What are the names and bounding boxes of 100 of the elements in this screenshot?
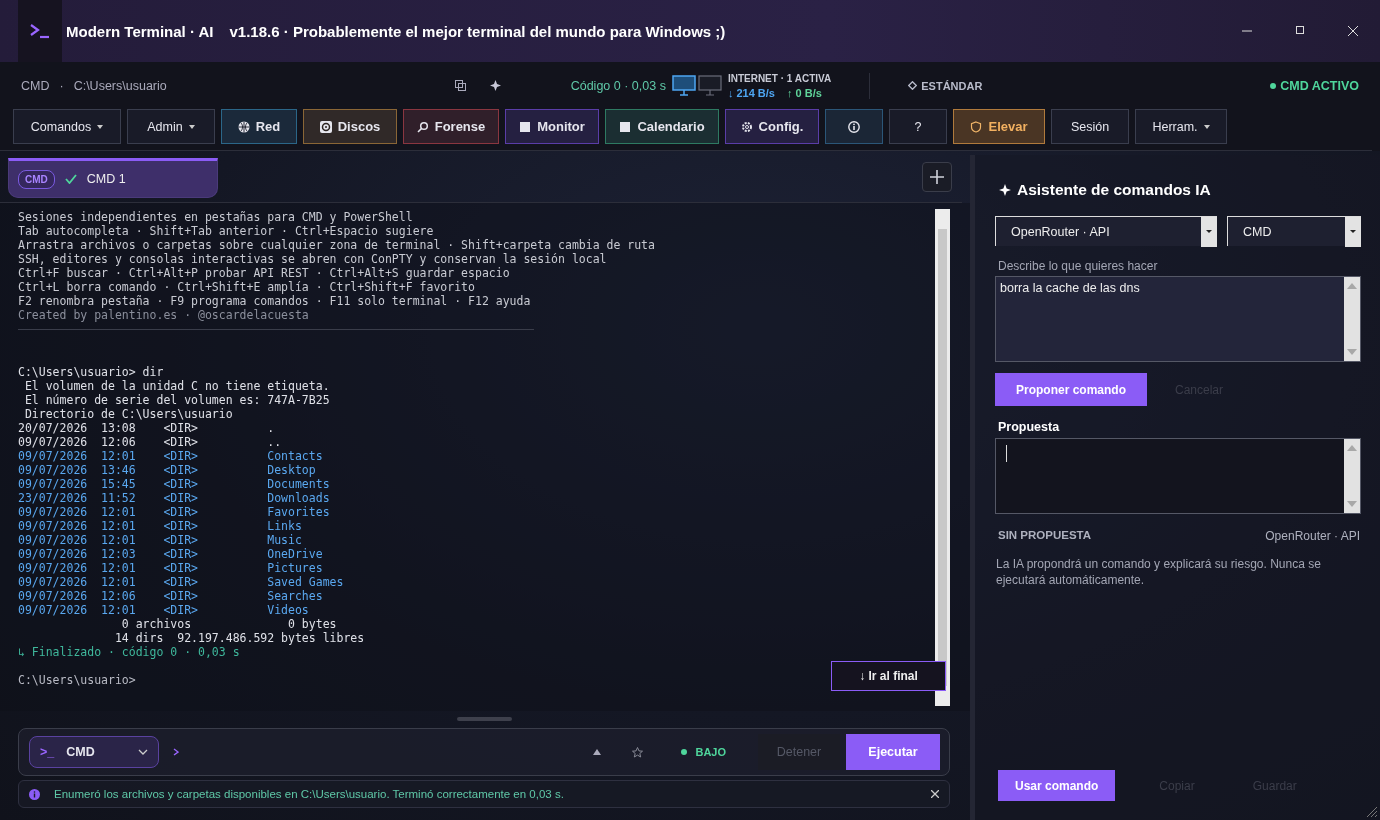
toolbar-button[interactable]: Red	[221, 109, 297, 144]
toolbar-button[interactable]: Monitor	[505, 109, 599, 144]
dropdown-arrow-icon	[1350, 230, 1356, 233]
globe-icon	[237, 120, 250, 133]
upload-rate: ↑ 0 B/s	[787, 86, 822, 99]
info-icon	[29, 788, 40, 800]
proposal-text-area[interactable]	[995, 438, 1361, 514]
square-icon	[519, 120, 532, 133]
help-line: Arrastra archivos o carpetas sobre cualquier zona de terminal · Shift+carpeta cambia de ruta	[18, 238, 655, 252]
download-rate: ↓ 214 B/s	[727, 86, 775, 99]
help-line: SSH, editores y consolas interactivas se abren con ConPTY y conservan la sesión local	[18, 252, 607, 266]
resize-grip-icon[interactable]	[1364, 804, 1378, 818]
scroll-down-icon	[1347, 501, 1357, 507]
scroll-up-icon	[1347, 445, 1357, 451]
proposal-status: SIN PROPUESTA	[998, 529, 1092, 543]
sparkle-icon	[999, 184, 1011, 196]
shell-badge: CMD	[18, 169, 55, 189]
toolbar-button[interactable]: Calendario	[605, 109, 719, 144]
action-button[interactable]: Ejecutar	[846, 734, 940, 770]
toolbar-button[interactable]: Config.	[725, 109, 819, 144]
folder-line: 23/07/2026 11:52 <DIR> Downloads	[18, 491, 330, 505]
output-line: 09/07/2026 12:06 <DIR> ..	[18, 435, 282, 449]
shell-select[interactable]: >_ CMD	[29, 736, 159, 768]
dropdown[interactable]: OpenRouter · API	[995, 216, 1217, 246]
square-icon	[619, 120, 632, 133]
toolbar-button[interactable]	[825, 109, 883, 144]
info-icon	[848, 120, 860, 133]
chevron-icon	[138, 749, 148, 755]
status-dot-icon	[681, 749, 688, 755]
toolbar-button[interactable]: Elevar	[953, 109, 1045, 144]
prompt-text-area[interactable]: borra la cache de las dns	[995, 276, 1361, 362]
monitor-icon	[671, 74, 722, 97]
folder-line: 09/07/2026 15:45 <DIR> Documents	[18, 477, 330, 491]
help-line: Ctrl+L borra comando · Ctrl+Shift+E amplía · Ctrl+Shift+F favorito	[18, 280, 475, 294]
close-icon[interactable]	[1348, 26, 1358, 36]
folder-line: 09/07/2026 12:01 <DIR> Saved Games	[18, 575, 344, 589]
window-title: Modern Terminal · AI	[66, 22, 214, 40]
dropdown-arrow-icon	[1206, 230, 1212, 233]
output-line: 14 dirs 92.197.486.592 bytes libres	[113, 631, 365, 645]
toolbar-button[interactable]: Sesión	[1051, 109, 1129, 144]
scrollbar[interactable]	[935, 209, 950, 706]
help-line: Ctrl+F buscar · Ctrl+Alt+P probar API REST · Ctrl+Alt+S guardar espacio	[18, 266, 510, 280]
folder-line: 09/07/2026 12:01 <DIR> Music	[18, 533, 302, 547]
help-line: F2 renombra pestaña · F9 programa comandos · F11 solo terminal · F12 ayuda	[18, 294, 531, 308]
output-line: 20/07/2026 13:08 <DIR> .	[18, 421, 275, 435]
caret-icon	[97, 124, 104, 129]
chevron-right-icon	[173, 748, 179, 756]
toolbar-button[interactable]: Comandos	[13, 109, 121, 144]
history-up-icon[interactable]	[593, 749, 602, 755]
toolbar-button[interactable]: Herram.	[1135, 109, 1227, 144]
terminal-tab[interactable]: CMD CMD 1	[8, 158, 218, 198]
window-subtitle: v1.18.6 · Probablemente el mejor terminal del mundo para Windows ;)	[229, 22, 726, 40]
scroll-up-icon	[1347, 283, 1357, 289]
folder-line: 09/07/2026 12:01 <DIR> Pictures	[18, 561, 323, 575]
output-line: 0 archivos 0 bytes	[120, 617, 337, 631]
caret-icon	[1203, 124, 1210, 129]
output-line: El número de serie del volumen es: 747A-7B25	[23, 393, 330, 407]
dropdown[interactable]: CMD	[1227, 216, 1361, 246]
toolbar-button[interactable]: ?	[889, 109, 947, 144]
folder-line: 09/07/2026 12:06 <DIR> Searches	[18, 589, 323, 603]
mode-label: ESTÁNDAR	[921, 79, 983, 92]
toolbar-button[interactable]: Discos	[303, 109, 397, 144]
favorite-star-icon[interactable]	[632, 746, 644, 758]
disk-icon	[319, 120, 332, 133]
terminal-logo-icon	[29, 23, 51, 39]
credit-line: Created by palentino.es · @oscardelacuesta	[18, 308, 309, 322]
help-line: Sesiones independientes en pestañas para CMD y PowerShell	[18, 210, 413, 224]
folder-line: 09/07/2026 12:01 <DIR> Videos	[18, 603, 309, 617]
hint-text: La IA propondrá un comando y explicará su riesgo. Nunca se ejecutará automáticamente.	[996, 556, 1322, 588]
session-status: CMD ACTIVO	[1280, 78, 1359, 93]
action-button[interactable]: Usar comando	[998, 770, 1116, 801]
folder-line: 09/07/2026 12:01 <DIR> Links	[18, 519, 302, 533]
new-tab-button[interactable]	[922, 162, 952, 192]
action-button[interactable]: Proponer comando	[995, 373, 1147, 406]
folder-line: 09/07/2026 12:01 <DIR> Contacts	[18, 449, 323, 463]
panel-title: Asistente de comandos IA	[1017, 181, 1211, 199]
close-icon[interactable]	[931, 790, 939, 798]
folder-line: 09/07/2026 12:01 <DIR> Favorites	[18, 505, 330, 519]
plus-icon	[930, 170, 944, 184]
separator-dot: ·	[59, 78, 64, 93]
section-heading: Propuesta	[998, 420, 1061, 434]
gear-icon	[740, 120, 753, 133]
completion-line: ↳ Finalizado · código 0 · 0,03 s	[18, 645, 240, 659]
field-label: Describe lo que quieres hacer	[998, 259, 1159, 273]
output-line: Directorio de C:\Users\usuario	[23, 407, 233, 421]
search-icon	[416, 120, 429, 133]
shell-name: CMD	[21, 78, 50, 93]
scroll-to-end-button[interactable]: ↓ Ir al final	[831, 661, 946, 691]
toolbar-button[interactable]: Admin	[127, 109, 215, 144]
risk-level: BAJO	[695, 746, 726, 758]
network-status: INTERNET · 1 ACTIVA	[727, 72, 832, 84]
folder-line: 09/07/2026 12:03 <DIR> OneDrive	[18, 547, 323, 561]
scroll-down-icon	[1347, 349, 1357, 355]
help-line: Tab autocompleta · Shift+Tab anterior · Ctrl+Espacio sugiere	[18, 224, 434, 238]
maximize-icon[interactable]	[1296, 26, 1304, 34]
command-line: C:\Users\usuario> dir	[18, 365, 164, 379]
toolbar-button[interactable]: Forense	[403, 109, 499, 144]
copy-icon	[454, 80, 466, 91]
sparkle-icon	[489, 80, 501, 91]
output-line: El volumen de la unidad C no tiene etiqueta.	[23, 379, 330, 393]
